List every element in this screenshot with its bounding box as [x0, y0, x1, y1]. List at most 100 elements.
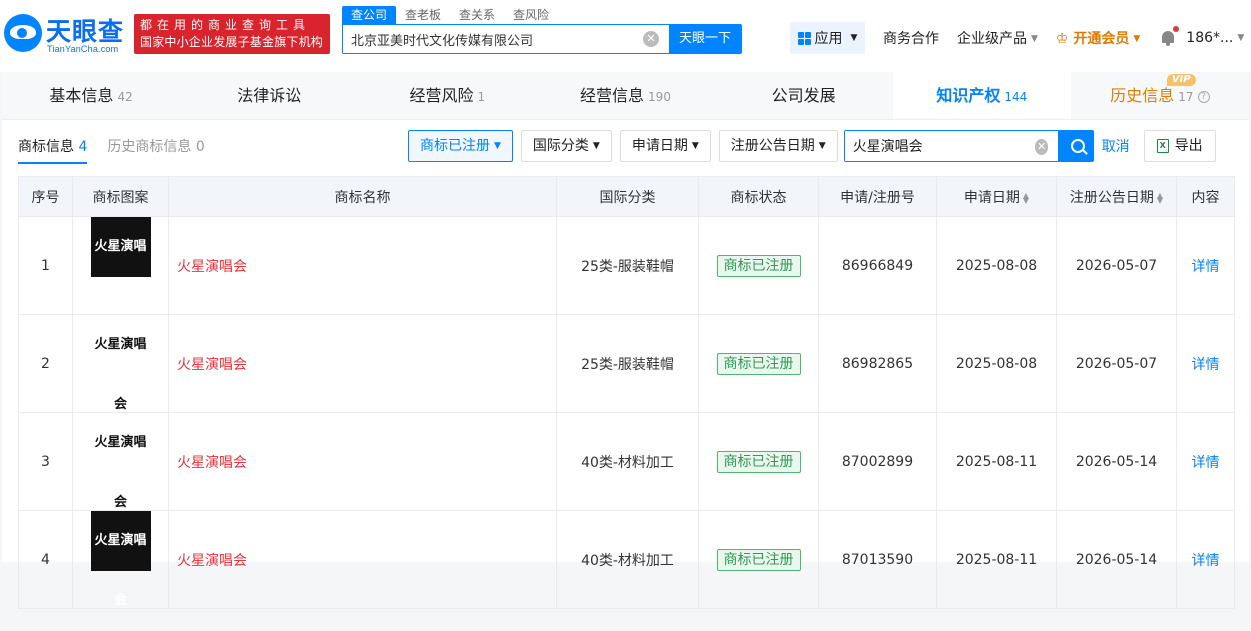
tianyancha-logo[interactable]: 天眼查 TianYanCha.com: [4, 10, 132, 56]
detail-link[interactable]: 详情: [1192, 259, 1220, 275]
user-account-menu[interactable]: 186*... ▼: [1186, 30, 1244, 46]
notice-date: 2026-05-07: [1056, 314, 1177, 413]
search-tab-risk[interactable]: 查风险: [504, 6, 558, 24]
tab-count: 144: [1004, 90, 1028, 104]
trademark-image[interactable]: 火星演唱会: [90, 511, 151, 608]
chevron-down-icon: ▼: [1133, 34, 1141, 44]
detail-link[interactable]: 详情: [1192, 553, 1220, 569]
subtab-label: 商标信息: [18, 139, 74, 155]
status-filter-dropdown[interactable]: 商标已注册 ▼: [408, 130, 513, 162]
detail-link[interactable]: 详情: [1192, 357, 1220, 373]
clear-search-icon[interactable]: ✕: [643, 31, 659, 47]
status-badge: 商标已注册: [716, 254, 801, 277]
trademark-image[interactable]: 火星演唱会: [90, 217, 151, 314]
grid-icon: [797, 31, 811, 45]
tab-count: 42: [117, 90, 133, 104]
notice-date-filter-dropdown[interactable]: 注册公告日期 ▼: [718, 130, 838, 162]
global-search-input[interactable]: [343, 25, 643, 53]
cancel-search-link[interactable]: 取消: [1102, 136, 1130, 156]
apply-date-filter-dropdown[interactable]: 申请日期 ▼: [619, 130, 711, 162]
trademark-search-input[interactable]: [844, 131, 1035, 161]
status-cell: 商标已注册: [698, 412, 819, 511]
eye-logo-icon: [4, 14, 42, 52]
main-tabs: 基本信息 42 法律诉讼 经营风险 1 经营信息 190 公司发展 知识产权 144 V…: [2, 72, 1249, 120]
intl-class-filter-dropdown[interactable]: 国际分类 ▼: [520, 130, 612, 162]
filter-bar: 商标已注册 ▼ 国际分类▼ 申请日期▼ 注册公告日期▼ ✕ 取消 X 导出: [408, 130, 1216, 162]
search-button[interactable]: 天眼一下: [669, 25, 741, 53]
notice-date: 2026-05-14: [1056, 412, 1177, 511]
bell-icon[interactable]: [1160, 26, 1180, 47]
trademark-sub-tabs: 商标信息 4 历史商标信息 0: [18, 136, 205, 164]
user-phone: 186*...: [1186, 30, 1234, 46]
clear-trademark-search-icon[interactable]: ✕: [1034, 139, 1049, 155]
reg-number: 86982865: [818, 314, 937, 413]
enterprise-products-label: 企业级产品: [957, 31, 1027, 47]
slogan-line-1: 都在用的商业查询工具: [140, 18, 311, 32]
subtab-trademark-info[interactable]: 商标信息 4: [18, 136, 88, 164]
chevron-down-icon: ▼: [850, 33, 858, 43]
status-cell: 商标已注册: [698, 314, 819, 413]
tab-legal[interactable]: 法律诉讼: [180, 72, 358, 119]
tab-risk[interactable]: 经营风险 1: [358, 72, 536, 119]
top-nav: 应用 ▼ 商务合作 企业级产品 ▼ ♔ 开通会员 ▼ 186*... ▼: [790, 22, 1244, 54]
tab-history[interactable]: VIP 历史信息 17?: [1071, 72, 1249, 119]
trademark-name[interactable]: 火星演唱会: [168, 314, 557, 413]
sort-icon: ▲ ▼: [1156, 190, 1164, 205]
table-header-row: 序号 商标图案 商标名称 国际分类 商标状态 申请/注册号 申请日期 ▲ ▼ 注册公…: [18, 176, 1235, 217]
trademark-name[interactable]: 火星演唱会: [168, 510, 557, 609]
status-badge: 商标已注册: [716, 352, 801, 375]
subtab-trademark-history[interactable]: 历史商标信息 0: [107, 136, 204, 164]
export-label: 导出: [1174, 138, 1203, 154]
global-search-box: ✕ 天眼一下: [342, 24, 742, 54]
notice-date: 2026-05-14: [1056, 510, 1177, 609]
export-button[interactable]: X 导出: [1143, 130, 1216, 162]
tab-development[interactable]: 公司发展: [715, 72, 893, 119]
status-badge: 商标已注册: [716, 450, 801, 473]
open-vip-link[interactable]: ♔ 开通会员 ▼: [1056, 28, 1140, 48]
app-menu-button[interactable]: 应用 ▼: [790, 22, 865, 54]
search-tab-boss[interactable]: 查老板: [396, 6, 450, 24]
filter-label: 商标已注册: [420, 138, 490, 154]
col-notice-date[interactable]: 注册公告日期 ▲ ▼: [1056, 176, 1177, 217]
row-index: 4: [18, 510, 73, 609]
reg-number: 87002899: [818, 412, 937, 511]
reg-number: 86966849: [818, 216, 937, 315]
excel-icon: X: [1156, 139, 1169, 153]
tab-basic-info[interactable]: 基本信息 42: [2, 72, 180, 119]
search-type-tabs: 查公司 查老板 查关系 查风险: [342, 6, 558, 24]
status-cell: 商标已注册: [698, 216, 819, 315]
filter-label: 注册公告日期: [730, 138, 815, 154]
col-index: 序号: [18, 176, 73, 217]
trademark-name[interactable]: 火星演唱会: [168, 216, 557, 315]
col-apply-date[interactable]: 申请日期 ▲ ▼: [936, 176, 1057, 217]
enterprise-products-link[interactable]: 企业级产品 ▼: [957, 28, 1038, 48]
trademark-image[interactable]: 火星演唱会: [90, 413, 151, 510]
trademark-name[interactable]: 火星演唱会: [168, 412, 557, 511]
search-icon[interactable]: [1058, 131, 1093, 161]
table-row: 4 火星演唱会 火星演唱会 40类-材料加工 商标已注册 87013590 2025-08-…: [18, 510, 1235, 609]
detail-cell: 详情: [1176, 412, 1235, 511]
search-tab-relation[interactable]: 查关系: [450, 6, 504, 24]
company-content: 基本信息 42 法律诉讼 经营风险 1 经营信息 190 公司发展 知识产权 144 V…: [2, 72, 1249, 609]
help-icon[interactable]: ?: [1197, 90, 1210, 103]
business-cooperation-link[interactable]: 商务合作: [883, 28, 939, 48]
col-content: 内容: [1176, 176, 1235, 217]
tab-intellectual-property[interactable]: 知识产权 144: [892, 72, 1071, 119]
vip-badge: VIP: [1166, 74, 1196, 86]
col-name: 商标名称: [168, 176, 557, 217]
logo-subtext: TianYanCha.com: [47, 44, 119, 54]
detail-link[interactable]: 详情: [1192, 455, 1220, 471]
trademark-table: 序号 商标图案 商标名称 国际分类 商标状态 申请/注册号 申请日期 ▲ ▼ 注册公…: [18, 176, 1235, 609]
table-row: 3 火星演唱会 火星演唱会 40类-材料加工 商标已注册 87002899 2025-08-…: [18, 412, 1235, 511]
col-status: 商标状态: [698, 176, 819, 217]
sort-icon: ▲ ▼: [1022, 190, 1030, 205]
apply-date: 2025-08-08: [936, 314, 1057, 413]
tab-operation[interactable]: 经营信息 190: [536, 72, 714, 119]
search-tab-company[interactable]: 查公司: [342, 6, 397, 24]
apply-date: 2025-08-08: [936, 216, 1057, 315]
top-header: 天眼查 TianYanCha.com 都在用的商业查询工具 国家中小企业发展子基…: [0, 0, 1251, 72]
col-label: 申请日期: [963, 189, 1020, 206]
trademark-image[interactable]: 火星演唱会: [90, 315, 151, 412]
chevron-down-icon: ▼: [494, 141, 501, 151]
intl-class: 40类-材料加工: [556, 510, 699, 609]
